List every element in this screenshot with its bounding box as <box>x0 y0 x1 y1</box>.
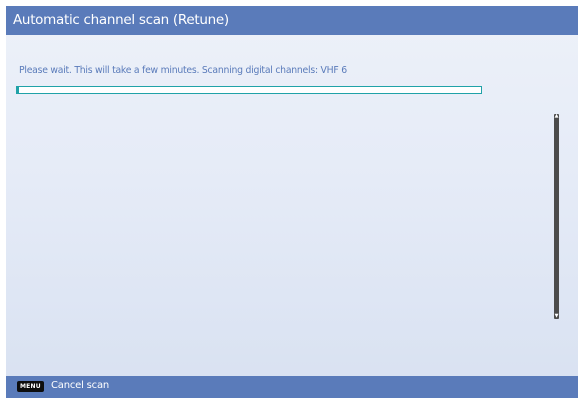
channel-scan-panel: Automatic channel scan (Retune) Please w… <box>6 6 578 398</box>
scroll-up-arrow-icon[interactable]: ▲ <box>554 114 559 119</box>
title-bar: Automatic channel scan (Retune) <box>6 6 578 35</box>
scrollbar[interactable]: ▲ ▼ <box>554 114 559 319</box>
tv-screen: Automatic channel scan (Retune) Please w… <box>0 0 584 404</box>
scan-progress-bar <box>16 86 482 94</box>
page-title: Automatic channel scan (Retune) <box>13 12 229 28</box>
menu-key-badge: MENU <box>17 381 44 392</box>
scroll-down-arrow-icon[interactable]: ▼ <box>554 314 559 319</box>
bottom-bar: MENU Cancel scan <box>6 376 578 398</box>
cancel-scan-action[interactable]: Cancel scan <box>51 380 109 391</box>
scan-progress-fill <box>17 87 19 93</box>
scan-status-text: Please wait. This will take a few minute… <box>19 65 347 76</box>
